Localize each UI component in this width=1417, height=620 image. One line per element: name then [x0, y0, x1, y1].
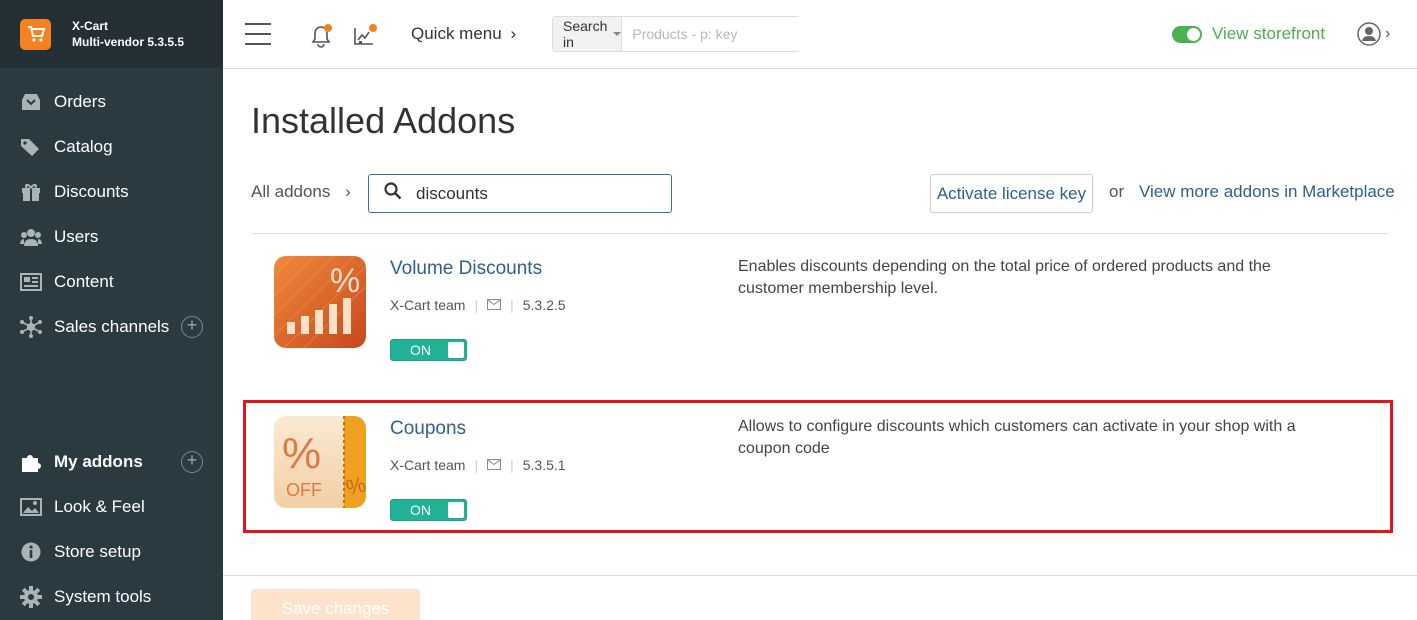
envelope-icon[interactable] — [487, 297, 502, 313]
marketplace-icon[interactable] — [353, 22, 379, 53]
sidebar-item-label: Sales channels — [54, 317, 170, 336]
marketplace-link[interactable]: View more addons in Marketplace — [1139, 182, 1395, 202]
highlight-annotation — [243, 400, 1393, 533]
puzzle-icon — [20, 451, 42, 473]
quick-menu-link[interactable]: Quick menu › — [411, 24, 516, 44]
top-header: Quick menu › Search in View storefront › — [223, 0, 1417, 69]
search-input[interactable] — [622, 17, 814, 51]
page-title: Installed Addons — [251, 100, 516, 141]
global-search: Search in — [552, 16, 814, 52]
sidebar-item-users[interactable]: Users — [0, 217, 223, 257]
users-icon — [20, 226, 42, 248]
addon-filter — [368, 174, 672, 213]
all-addons-label: All addons — [251, 182, 331, 201]
sidebar-item-content[interactable]: Content — [0, 262, 223, 302]
orders-icon — [20, 91, 42, 113]
user-menu[interactable]: › — [1357, 22, 1390, 46]
sidebar-item-label: My addons — [54, 452, 143, 471]
sidebar-item-discounts[interactable]: Discounts — [0, 172, 223, 212]
chevron-right-icon: › — [510, 24, 517, 43]
volume-discounts-icon: % — [274, 256, 366, 348]
sidebar-item-label: System tools — [54, 587, 152, 606]
toggle-state: ON — [410, 342, 431, 358]
menu-toggle-icon[interactable] — [245, 23, 271, 45]
svg-text:%: % — [330, 262, 360, 300]
addon-search-input[interactable] — [416, 183, 656, 204]
network-icon — [20, 316, 42, 338]
sidebar-item-system-tools[interactable]: System tools — [0, 577, 223, 617]
sidebar-item-label: Look & Feel — [54, 497, 145, 516]
caret-down-icon — [613, 32, 622, 36]
sidebar: X-Cart Multi-vendor 5.3.5.5 Orders Catal… — [0, 0, 223, 620]
search-in-dropdown[interactable]: Search in — [553, 17, 623, 51]
search-icon — [384, 182, 402, 205]
addon-author: X-Cart team — [390, 297, 466, 313]
search-in-label: Search in — [563, 18, 608, 50]
sidebar-item-label: Discounts — [54, 182, 129, 201]
brand-name: X-Cart — [72, 19, 109, 33]
gear-icon — [20, 586, 42, 608]
chevron-right-icon: › — [1385, 25, 1391, 42]
add-addon-button[interactable]: + — [181, 451, 203, 473]
activate-license-button[interactable]: Activate license key — [930, 174, 1093, 213]
user-avatar-icon — [1357, 22, 1381, 46]
bell-icon[interactable] — [309, 22, 335, 53]
add-sales-channel-button[interactable]: + — [181, 316, 203, 338]
sidebar-item-label: Orders — [54, 92, 106, 111]
addon-meta: X-Cart team | | 5.3.2.5 — [390, 297, 566, 313]
addon-description: Enables discounts depending on the total… — [738, 258, 1271, 297]
sidebar-item-label: Store setup — [54, 542, 141, 561]
sidebar-item-label: Catalog — [54, 137, 113, 156]
image-icon — [20, 496, 42, 518]
addon-toggle-volume-discounts[interactable]: ON — [390, 339, 467, 361]
view-storefront-link[interactable]: View storefront — [1172, 24, 1325, 44]
quick-menu-label: Quick menu — [411, 24, 502, 43]
divider — [251, 233, 1389, 234]
gift-icon — [20, 181, 42, 203]
brand[interactable]: X-Cart Multi-vendor 5.3.5.5 — [0, 0, 223, 68]
save-changes-button[interactable]: Save changes — [251, 589, 420, 620]
sidebar-item-my-addons[interactable]: My addons + — [0, 442, 223, 482]
addon-version: 5.3.2.5 — [522, 297, 566, 313]
tag-icon — [20, 136, 42, 158]
sidebar-item-label: Users — [54, 227, 99, 246]
info-icon — [20, 541, 42, 563]
sidebar-item-store-setup[interactable]: Store setup — [0, 532, 223, 572]
brand-version: Multi-vendor 5.3.5.5 — [72, 35, 185, 49]
chevron-right-icon: › — [345, 182, 351, 201]
content-icon — [20, 271, 42, 293]
sidebar-item-orders[interactable]: Orders — [0, 82, 223, 122]
sidebar-item-label: Content — [54, 272, 114, 291]
or-text: or — [1109, 182, 1125, 201]
sidebar-item-catalog[interactable]: Catalog — [0, 127, 223, 167]
storefront-toggle[interactable] — [1172, 25, 1202, 43]
storefront-label: View storefront — [1212, 24, 1326, 43]
cart-logo-icon — [20, 18, 51, 50]
addon-name-volume-discounts[interactable]: Volume Discounts — [390, 258, 542, 280]
sidebar-item-sales-channels[interactable]: Sales channels + — [0, 307, 223, 347]
breadcrumb-all-addons[interactable]: All addons › — [251, 182, 351, 202]
sidebar-item-look-feel[interactable]: Look & Feel — [0, 487, 223, 527]
